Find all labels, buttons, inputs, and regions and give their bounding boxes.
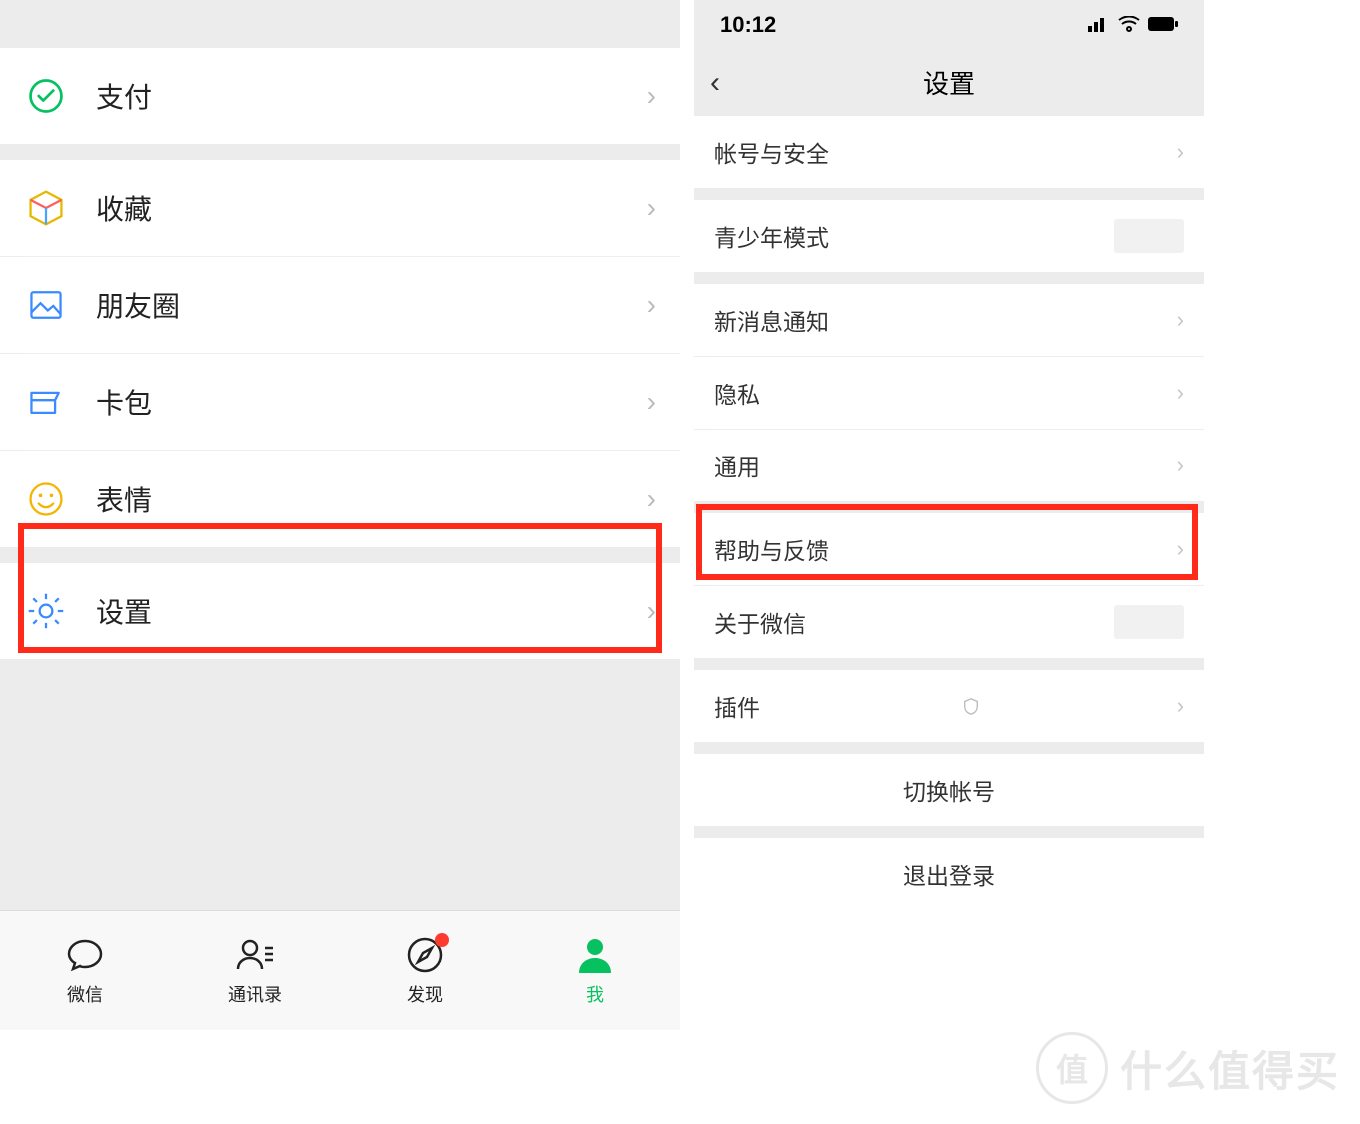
row-label: 切换帐号 bbox=[903, 773, 995, 807]
chevron-right-icon: › bbox=[647, 483, 656, 515]
row-label: 青少年模式 bbox=[714, 219, 1114, 253]
chevron-right-icon: › bbox=[1177, 452, 1184, 478]
chevron-right-icon: › bbox=[647, 80, 656, 112]
divider bbox=[694, 188, 1204, 200]
divider bbox=[694, 826, 1204, 838]
tab-contacts[interactable]: 通讯录 bbox=[170, 911, 340, 1030]
row-label: 帐号与安全 bbox=[714, 135, 1177, 169]
wifi-icon bbox=[1118, 12, 1140, 38]
chevron-right-icon: › bbox=[647, 289, 656, 321]
settings-screen: 10:12 ‹ 设置 帐号与安全 › 青少年模式 新消息通知 › bbox=[694, 0, 1204, 910]
row-notifications[interactable]: 新消息通知 › bbox=[694, 284, 1204, 356]
row-label: 设置 bbox=[96, 591, 647, 631]
divider bbox=[0, 547, 680, 563]
watermark: 值 什么值得买 bbox=[1036, 1032, 1340, 1104]
person-icon bbox=[575, 935, 615, 975]
row-cards[interactable]: 卡包 › bbox=[0, 354, 680, 450]
row-label: 支付 bbox=[96, 76, 647, 116]
badge-dot bbox=[435, 933, 449, 947]
chevron-right-icon: › bbox=[1177, 693, 1184, 719]
row-label: 插件 bbox=[714, 689, 954, 723]
row-help-feedback[interactable]: 帮助与反馈 › bbox=[694, 513, 1204, 585]
shield-icon bbox=[962, 696, 982, 716]
row-privacy[interactable]: 隐私 › bbox=[694, 357, 1204, 429]
chevron-right-icon: › bbox=[1177, 380, 1184, 406]
back-button[interactable]: ‹ bbox=[710, 66, 750, 100]
row-account-security[interactable]: 帐号与安全 › bbox=[694, 116, 1204, 188]
chevron-right-icon: › bbox=[1177, 536, 1184, 562]
row-label: 表情 bbox=[96, 479, 647, 519]
row-about[interactable]: 关于微信 bbox=[694, 586, 1204, 658]
row-favorites[interactable]: 收藏 › bbox=[0, 160, 680, 256]
tab-discover[interactable]: 发现 bbox=[340, 911, 510, 1030]
chevron-right-icon: › bbox=[1177, 139, 1184, 165]
status-bar: 10:12 bbox=[694, 0, 1204, 50]
contacts-icon bbox=[235, 935, 275, 975]
status-indicators bbox=[1088, 12, 1178, 38]
cube-icon bbox=[24, 186, 68, 230]
divider bbox=[694, 742, 1204, 754]
row-stickers[interactable]: 表情 › bbox=[0, 451, 680, 547]
divider bbox=[0, 144, 680, 160]
row-settings[interactable]: 设置 › bbox=[0, 563, 680, 659]
tab-me[interactable]: 我 bbox=[510, 911, 680, 1030]
divider bbox=[694, 501, 1204, 513]
row-label: 帮助与反馈 bbox=[714, 532, 1177, 566]
chevron-right-icon: › bbox=[647, 192, 656, 224]
wallet-icon bbox=[24, 380, 68, 424]
row-label: 关于微信 bbox=[714, 605, 1114, 639]
row-youth-mode[interactable]: 青少年模式 bbox=[694, 200, 1204, 272]
status-time: 10:12 bbox=[720, 12, 776, 38]
divider bbox=[694, 272, 1204, 284]
me-screen: 支付 › 收藏 › 朋友圈 › 卡包 › bbox=[0, 0, 680, 1030]
signal-icon bbox=[1088, 12, 1110, 38]
row-label: 卡包 bbox=[96, 382, 647, 422]
battery-icon bbox=[1148, 12, 1178, 38]
row-logout[interactable]: 退出登录 bbox=[694, 838, 1204, 910]
tab-label: 发现 bbox=[407, 981, 443, 1007]
row-label: 新消息通知 bbox=[714, 303, 1177, 337]
row-label: 收藏 bbox=[96, 188, 647, 228]
row-general[interactable]: 通用 › bbox=[694, 430, 1204, 502]
watermark-badge: 值 bbox=[1036, 1032, 1108, 1104]
redacted-value bbox=[1114, 605, 1184, 639]
tab-bar: 微信 通讯录 发现 我 bbox=[0, 910, 680, 1030]
tab-chat[interactable]: 微信 bbox=[0, 911, 170, 1030]
pay-icon bbox=[24, 74, 68, 118]
divider bbox=[0, 0, 680, 48]
row-label: 朋友圈 bbox=[96, 285, 647, 325]
row-label: 退出登录 bbox=[903, 857, 995, 891]
watermark-text: 什么值得买 bbox=[1120, 1038, 1340, 1099]
nav-title: 设置 bbox=[750, 64, 1188, 101]
tab-label: 我 bbox=[586, 981, 604, 1007]
image-icon bbox=[24, 283, 68, 327]
row-label: 隐私 bbox=[714, 376, 1177, 410]
row-moments[interactable]: 朋友圈 › bbox=[0, 257, 680, 353]
chat-icon bbox=[65, 935, 105, 975]
compass-icon bbox=[405, 935, 445, 975]
gear-icon bbox=[24, 589, 68, 633]
nav-bar: ‹ 设置 bbox=[694, 50, 1204, 116]
row-switch-account[interactable]: 切换帐号 bbox=[694, 754, 1204, 826]
row-label: 通用 bbox=[714, 448, 1177, 482]
chevron-right-icon: › bbox=[647, 386, 656, 418]
tab-label: 通讯录 bbox=[228, 981, 282, 1007]
redacted-value bbox=[1114, 219, 1184, 253]
row-pay[interactable]: 支付 › bbox=[0, 48, 680, 144]
row-plugins[interactable]: 插件 › bbox=[694, 670, 1204, 742]
chevron-right-icon: › bbox=[647, 595, 656, 627]
divider bbox=[694, 658, 1204, 670]
smile-icon bbox=[24, 477, 68, 521]
tab-label: 微信 bbox=[67, 981, 103, 1007]
chevron-right-icon: › bbox=[1177, 307, 1184, 333]
